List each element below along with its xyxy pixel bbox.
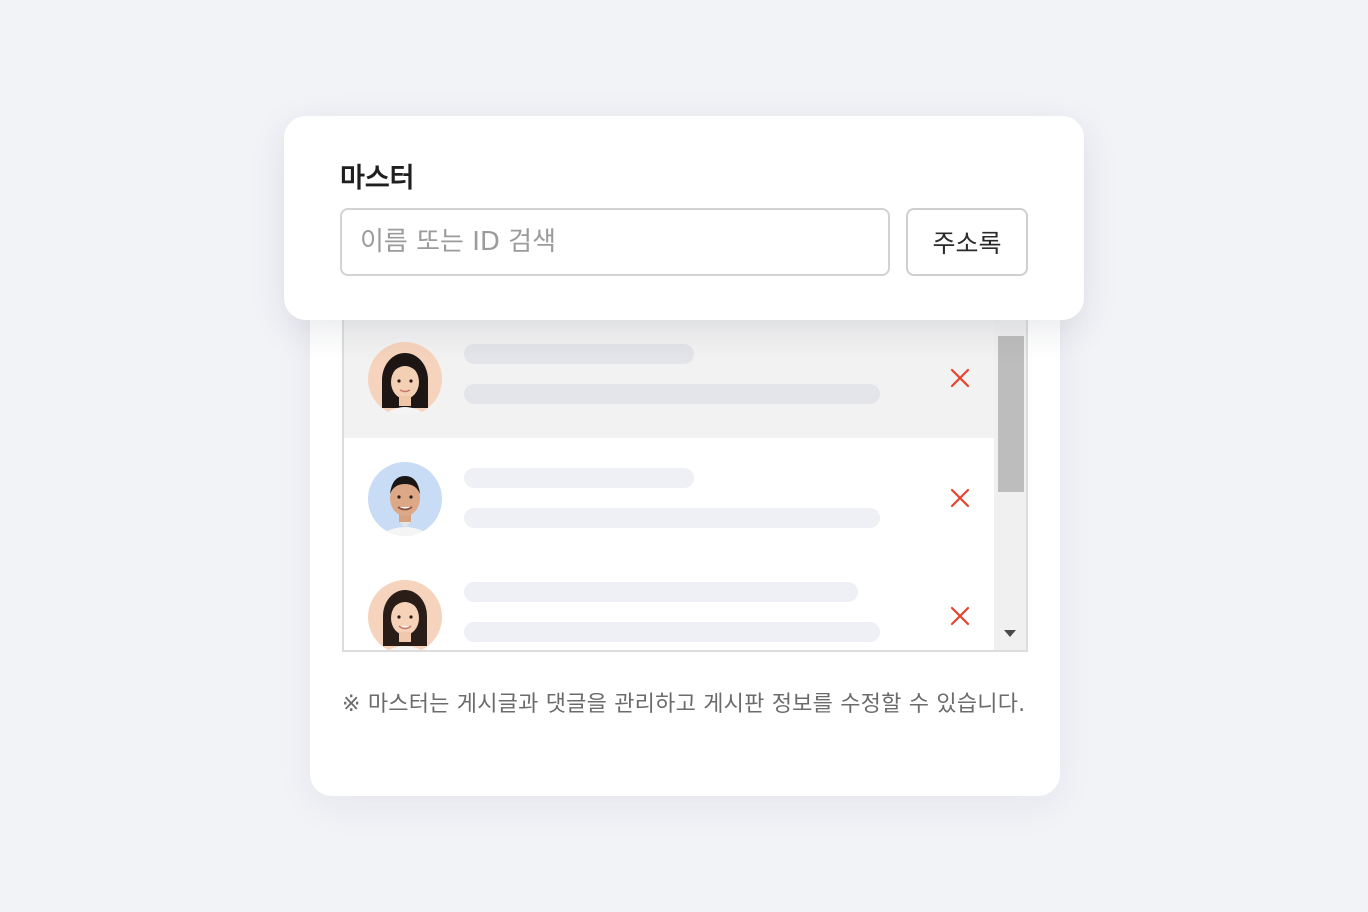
close-icon: [950, 488, 970, 508]
avatar: [368, 462, 442, 536]
detail-placeholder: [464, 384, 880, 404]
member-list[interactable]: [342, 318, 1028, 652]
remove-member-button[interactable]: [948, 486, 972, 510]
scrollbar-thumb[interactable]: [998, 336, 1024, 492]
name-placeholder: [464, 468, 694, 488]
avatar: [368, 580, 442, 650]
avatar: [368, 342, 442, 416]
address-book-button[interactable]: 주소록: [906, 208, 1028, 276]
notice-text: ※ 마스터는 게시글과 댓글을 관리하고 게시판 정보를 수정할 수 있습니다.: [342, 692, 1026, 717]
master-search-card: 마스터 주소록: [284, 116, 1084, 320]
name-placeholder: [464, 582, 858, 602]
close-icon: [950, 606, 970, 626]
name-placeholder: [464, 344, 694, 364]
member-row[interactable]: [344, 558, 994, 650]
scrollbar[interactable]: [994, 320, 1026, 650]
section-title: 마스터: [340, 163, 415, 194]
remove-member-button[interactable]: [948, 604, 972, 628]
detail-placeholder: [464, 622, 880, 642]
search-input[interactable]: [340, 208, 890, 276]
member-row[interactable]: [344, 438, 994, 558]
triangle-down-icon[interactable]: [1004, 630, 1016, 637]
member-row[interactable]: [344, 320, 994, 438]
detail-placeholder: [464, 508, 880, 528]
remove-member-button[interactable]: [948, 366, 972, 390]
close-icon: [950, 368, 970, 388]
